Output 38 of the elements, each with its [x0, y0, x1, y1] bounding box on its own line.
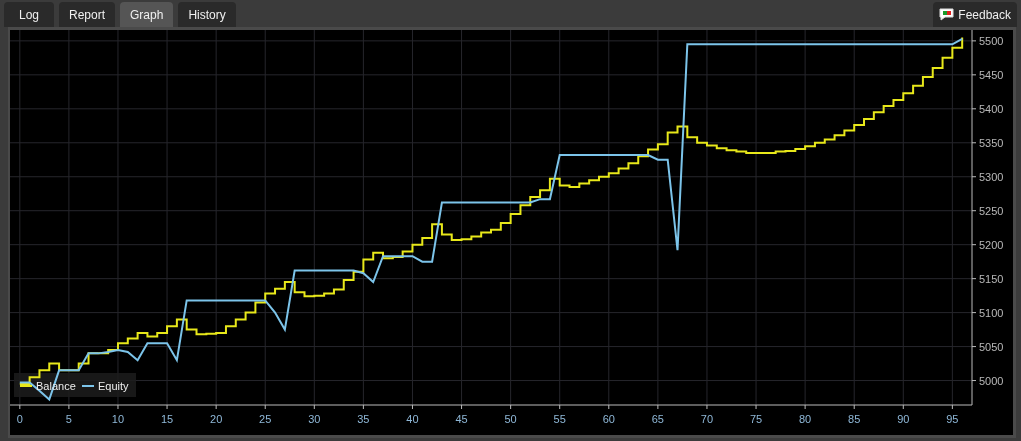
y-tick-label: 5200 [979, 238, 1004, 251]
y-tick-label: 5350 [979, 136, 1004, 149]
tab[interactable]: Graph [120, 2, 174, 27]
y-tick-label: 5000 [979, 374, 1004, 387]
y-tick-label: 5500 [979, 34, 1004, 47]
y-tick-label: 5400 [979, 102, 1004, 115]
x-tick-label: 0 [16, 413, 23, 425]
x-tick-label: 70 [700, 413, 714, 425]
speech-bubble-icon [939, 8, 955, 21]
x-tick-label: 65 [651, 413, 664, 425]
x-tick-label: 45 [455, 413, 468, 425]
x-tick-label: 95 [946, 413, 959, 425]
y-tick-label: 5300 [979, 170, 1004, 183]
x-tick-label: 80 [799, 413, 812, 425]
y-tick-label: 5250 [979, 204, 1004, 217]
x-tick-label: 30 [308, 413, 321, 425]
x-tick-label: 55 [553, 413, 566, 425]
x-tick-label: 10 [111, 413, 125, 425]
x-tick-label: 75 [749, 413, 763, 425]
legend-label: Equity [98, 380, 129, 392]
x-tick-label: 20 [210, 413, 223, 425]
feedback-button[interactable]: Feedback [933, 2, 1017, 27]
tab[interactable]: Log [4, 2, 54, 27]
y-tick-label: 5450 [979, 68, 1004, 81]
x-tick-label: 90 [897, 413, 910, 425]
x-tick-label: 50 [504, 413, 517, 425]
tab[interactable]: History [178, 2, 236, 27]
tab[interactable]: Report [59, 2, 116, 27]
y-tick-label: 5050 [979, 340, 1004, 353]
x-tick-label: 15 [160, 413, 174, 425]
x-tick-label: 40 [406, 413, 419, 425]
y-tick-label: 5100 [979, 306, 1004, 319]
x-tick-label: 5 [65, 413, 72, 425]
x-tick-label: 60 [602, 413, 615, 425]
y-tick-label: 5150 [979, 272, 1004, 285]
x-tick-label: 25 [259, 413, 272, 425]
x-tick-label: 85 [848, 413, 861, 425]
x-tick-label: 35 [357, 413, 370, 425]
